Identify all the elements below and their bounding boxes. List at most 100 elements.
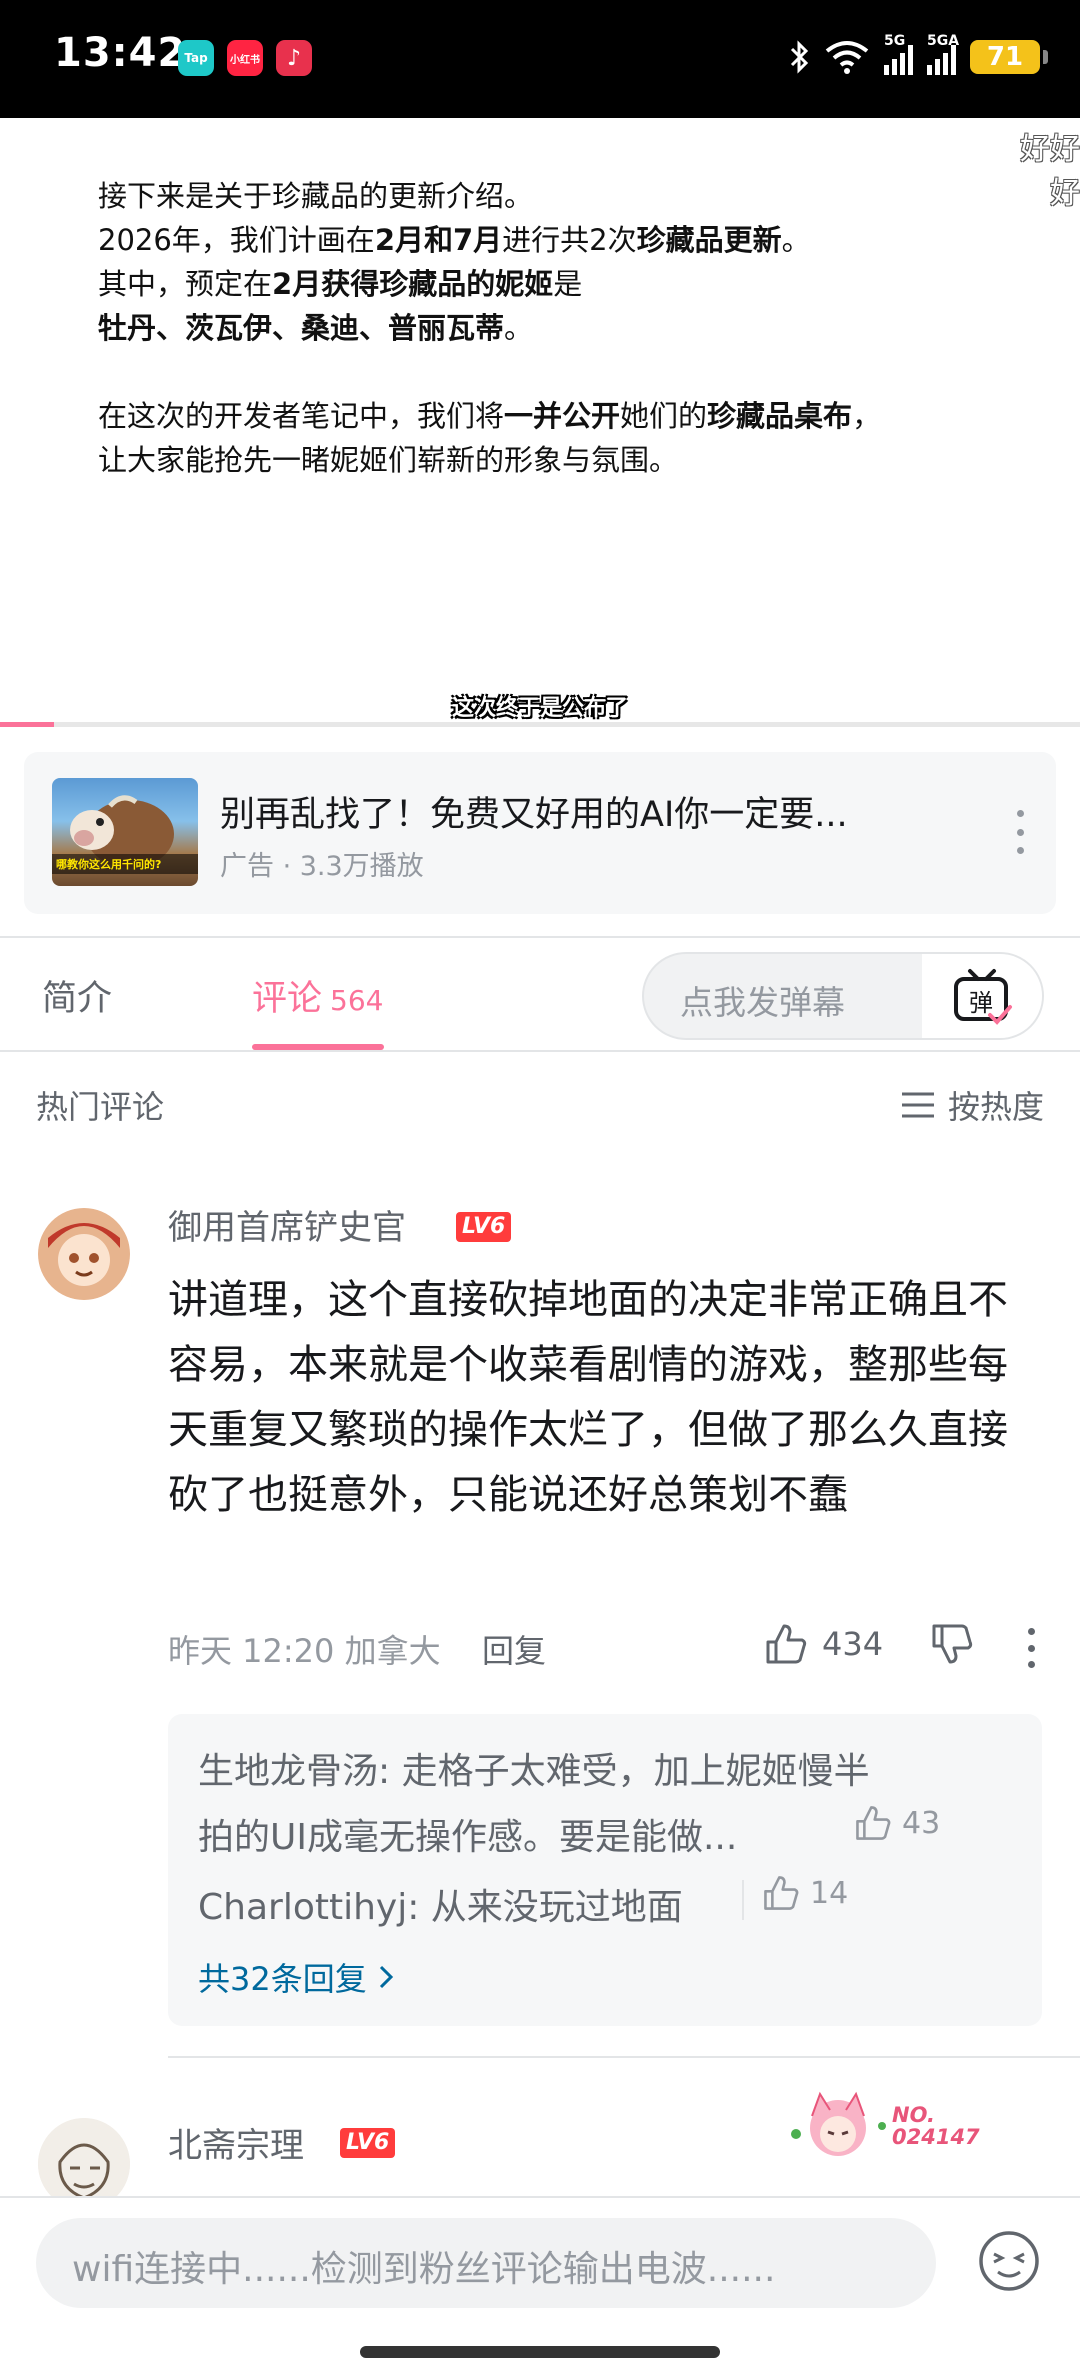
sort-by-hot-button[interactable]: 按热度 bbox=[900, 1082, 1044, 1128]
video-player[interactable]: 接下来是关于珍藏品的更新介绍。 2026年，我们计画在2月和7月进行共2次珍藏品更… bbox=[0, 118, 1080, 726]
reply-separator bbox=[742, 1880, 744, 1920]
comment-more-options-icon[interactable] bbox=[1026, 1628, 1036, 1668]
video-text-bold: 牡丹、茨瓦伊、桑迪、普丽瓦蒂 bbox=[98, 311, 505, 345]
avatar[interactable] bbox=[38, 1208, 130, 1300]
detail-tab-bar: 简介 评论 564 点我发弹幕 弹 bbox=[0, 936, 1080, 1052]
video-text-bold: 珍藏品更新 bbox=[636, 223, 782, 257]
fan-number-value: 024147 bbox=[892, 2125, 980, 2149]
video-text-line: 在这次的开发者笔记中，我们将一并公开她们的珍藏品桌布， bbox=[98, 394, 881, 438]
reply-text[interactable]: 生地龙骨汤: 走格子太难受，加上妮姬慢半 bbox=[198, 1742, 870, 1794]
reply-like-count: 14 bbox=[810, 1875, 849, 1911]
replies-preview[interactable]: 生地龙骨汤: 走格子太难受，加上妮姬慢半 拍的UI成毫无操作感。要是能做... … bbox=[168, 1714, 1042, 2026]
emoji-icon bbox=[979, 2231, 1039, 2291]
video-text-bold: 2月和7月 bbox=[374, 223, 503, 257]
reply-button[interactable]: 回复 bbox=[482, 1626, 546, 1672]
danmaku-overlay: 好好 好 bbox=[1020, 128, 1080, 216]
video-subtitle: 这次终于是公布了 bbox=[451, 696, 628, 721]
comment-count: 564 bbox=[330, 984, 384, 1017]
wifi-icon bbox=[825, 41, 869, 74]
video-text-segment: ， bbox=[852, 399, 882, 433]
active-tab-indicator bbox=[252, 1044, 384, 1050]
video-text-segment: 让大家能抢先一睹妮姬们崭新的形象与氛围。 bbox=[98, 443, 679, 477]
danmaku-input[interactable]: 点我发弹幕 弹 bbox=[642, 952, 1044, 1040]
danmaku-text: 好好 bbox=[1020, 132, 1080, 167]
signal-5g-label: 5G bbox=[884, 33, 906, 49]
tab-intro[interactable]: 简介 bbox=[42, 970, 112, 1021]
tab-comments[interactable]: 评论 564 bbox=[252, 970, 383, 1021]
video-progress-fill bbox=[0, 722, 54, 727]
reply-text-continued[interactable]: 拍的UI成毫无操作感。要是能做... bbox=[198, 1808, 737, 1860]
status-indicators: 5G 5GA 71 bbox=[788, 32, 1048, 82]
ad-more-options-icon[interactable] bbox=[1014, 810, 1026, 854]
ad-thumbnail-caption: 哪教你这么用千问的? bbox=[52, 854, 198, 874]
thumbs-down-icon bbox=[932, 1624, 973, 1664]
video-text-line: 牡丹、茨瓦伊、桑迪、普丽瓦蒂。 bbox=[98, 306, 533, 350]
danmaku-tv-icon: 弹 bbox=[954, 969, 1012, 1025]
comment-input-bar: wifi连接中......检测到粉丝评论输出电波...... bbox=[0, 2196, 1080, 2376]
ad-thumbnail: 哪教你这么用千问的? bbox=[52, 778, 198, 886]
tab-comments-label: 评论 bbox=[252, 979, 323, 1019]
video-text-segment: 是 bbox=[553, 267, 583, 301]
home-indicator[interactable] bbox=[360, 2346, 720, 2358]
xiaohongshu-app-icon: 小红书 bbox=[227, 40, 263, 76]
fan-number: NO. 024147 bbox=[892, 2104, 980, 2148]
reply-like-count: 43 bbox=[902, 1805, 941, 1841]
video-text-segment: 。 bbox=[504, 311, 534, 345]
danmaku-placeholder: 点我发弹幕 bbox=[680, 983, 845, 1022]
battery-indicator: 71 bbox=[970, 40, 1048, 74]
chevron-right-icon bbox=[379, 1965, 393, 1989]
video-text-segment: 接下来是关于珍藏品的更新介绍。 bbox=[98, 179, 534, 213]
danmaku-button-label: 弹 bbox=[969, 989, 993, 1017]
hot-comments-title: 热门评论 bbox=[36, 1088, 165, 1126]
danmaku-text: 好 bbox=[1050, 176, 1080, 211]
like-count: 434 bbox=[822, 1625, 884, 1663]
video-text-segment: 其中，预定在 bbox=[98, 267, 273, 301]
comment-username[interactable]: 北斋宗理 bbox=[168, 2118, 304, 2167]
video-text-segment: 她们的 bbox=[620, 399, 708, 433]
ad-title[interactable]: 别再乱找了！免费又好用的AI你一定要... bbox=[220, 786, 940, 837]
level-badge: LV6 bbox=[456, 1212, 512, 1242]
dislike-button[interactable] bbox=[930, 1622, 974, 1670]
signal-5ga-label: 5GA bbox=[927, 33, 960, 49]
reply-like-button[interactable]: 14 bbox=[762, 1874, 848, 1912]
reply-like-button[interactable]: 43 bbox=[854, 1804, 940, 1842]
sort-label: 按热度 bbox=[947, 1088, 1044, 1126]
ad-meta: 广告 · 3.3万播放 bbox=[220, 851, 424, 882]
status-time: 13:42 bbox=[54, 30, 187, 76]
video-text-line: 接下来是关于珍藏品的更新介绍。 bbox=[98, 174, 533, 218]
signal-5ga-icon: 5GA bbox=[927, 33, 959, 75]
video-text-segment: 在这次的开发者笔记中，我们将 bbox=[98, 399, 505, 433]
video-text-segment: 。 bbox=[781, 223, 811, 257]
thumbs-up-icon bbox=[764, 1876, 799, 1910]
thumbs-up-icon bbox=[766, 1624, 807, 1664]
comment-username[interactable]: 御用首席铲史官 bbox=[168, 1200, 406, 1249]
fan-badge: NO. 024147 bbox=[786, 2086, 986, 2166]
video-text-segment: 2026年，我们计画在 bbox=[98, 223, 375, 257]
ad-card[interactable]: 哪教你这么用千问的? 别再乱找了！免费又好用的AI你一定要... 广告 · 3.… bbox=[24, 752, 1056, 914]
comment-meta: 昨天 12:20 加拿大 bbox=[168, 1632, 441, 1670]
comment-text[interactable]: 讲道理，这个直接砍掉地面的决定非常正确且不容易，本来就是个收菜看剧情的游戏，整那… bbox=[168, 1268, 1038, 1528]
bluetooth-icon bbox=[790, 40, 809, 74]
emoji-button[interactable] bbox=[976, 2228, 1042, 2294]
video-text-line: 其中，预定在2月获得珍藏品的妮姬是 bbox=[98, 262, 582, 306]
view-all-replies-label: 共32条回复 bbox=[198, 1960, 367, 1998]
status-bar: 13:42 Tap 小红书 ♪ 5G 5GA 71 bbox=[0, 0, 1080, 118]
video-text-line: 让大家能抢先一睹妮姬们崭新的形象与氛围。 bbox=[98, 438, 678, 482]
reply-text[interactable]: Charlottihyj: 从来没玩过地面 bbox=[198, 1878, 683, 1930]
thumbs-up-icon bbox=[856, 1806, 891, 1840]
video-text-segment: 进行共2次 bbox=[502, 223, 637, 257]
comment-input[interactable]: wifi连接中......检测到粉丝评论输出电波...... bbox=[36, 2218, 936, 2308]
video-text-line: 2026年，我们计画在2月和7月进行共2次珍藏品更新。 bbox=[98, 218, 811, 262]
video-progress-bar[interactable] bbox=[0, 722, 1080, 727]
video-text-bold: 一并公开 bbox=[504, 399, 621, 433]
video-text-bold: 珍藏品桌布 bbox=[707, 399, 853, 433]
like-button[interactable]: 434 bbox=[764, 1622, 883, 1666]
view-all-replies-link[interactable]: 共32条回复 bbox=[198, 1954, 395, 2000]
music-app-icon: ♪ bbox=[276, 40, 312, 76]
danmaku-settings-button[interactable]: 弹 bbox=[922, 954, 1042, 1038]
fan-number-prefix: NO. bbox=[892, 2103, 935, 2127]
video-text-bold: 2月获得珍藏品的妮姬 bbox=[272, 267, 554, 301]
avatar-image bbox=[38, 1208, 130, 1300]
signal-5g-icon: 5G bbox=[884, 33, 913, 75]
comment-input-placeholder: wifi连接中......检测到粉丝评论输出电波...... bbox=[72, 2249, 776, 2290]
